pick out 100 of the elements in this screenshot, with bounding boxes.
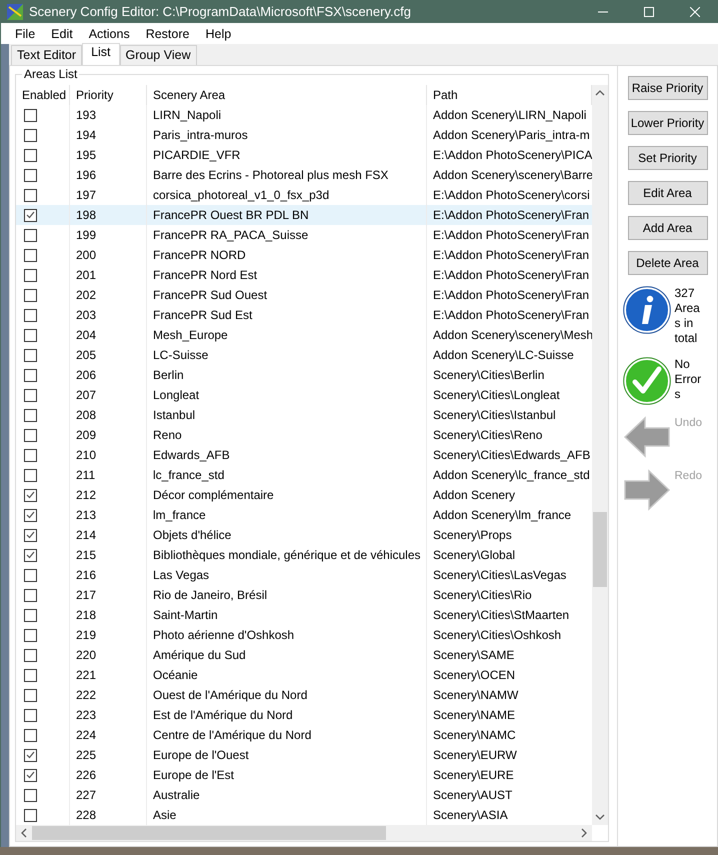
table-row[interactable]: 206 Berlin Scenery\Cities\Berlin [16,365,592,385]
table-row[interactable]: 209 Reno Scenery\Cities\Reno [16,425,592,445]
checkbox[interactable] [24,728,37,742]
checkbox[interactable] [24,328,37,342]
table-row[interactable]: 220 Amérique du Sud Scenery\SAME [16,645,592,665]
vertical-scrollbar[interactable] [592,85,608,825]
scroll-thumb[interactable] [32,826,386,840]
table-row[interactable]: 212 Décor complémentaire Addon Scenery [16,485,592,505]
table-row[interactable]: 200 FrancePR NORD E:\Addon PhotoScenery\Fran [16,245,592,265]
action-button[interactable]: Delete Area [628,251,708,275]
table-cell-text: E:\Addon PhotoScenery\Fran [432,227,590,244]
tab[interactable]: Text Editor [11,45,82,65]
checkbox[interactable] [24,628,37,642]
checkbox[interactable] [24,188,37,202]
horizontal-scrollbar[interactable] [16,825,592,841]
checkbox[interactable] [24,308,37,322]
checkbox[interactable] [24,208,37,222]
table-row[interactable]: 226 Europe de l'Est Scenery\EURE [16,765,592,785]
scroll-thumb[interactable] [593,512,607,587]
checkbox[interactable] [24,708,37,722]
checkbox[interactable] [24,268,37,282]
table-cell: Saint-Martin [147,605,427,625]
action-button[interactable]: Lower Priority [628,111,708,135]
table-row[interactable]: 213 lm_france Addon Scenery\lm_france [16,505,592,525]
tab[interactable]: Group View [120,45,197,65]
table-row[interactable]: 202 FrancePR Sud Ouest E:\Addon PhotoScenery\Fran [16,285,592,305]
checkbox[interactable] [24,788,37,802]
table-row[interactable]: 199 FrancePR RA_PACA_Suisse E:\Addon PhotoScenery\Fran [16,225,592,245]
action-button[interactable]: Raise Priority [628,76,708,100]
table-row[interactable]: 215 Bibliothèques mondiale, générique et de véhicules Scenery\Global [16,545,592,565]
tab[interactable]: List [82,43,120,65]
table-cell: 203 [70,305,147,325]
checkbox[interactable] [24,288,37,302]
table-row[interactable]: 195 PICARDIE_VFR E:\Addon PhotoScenery\PICA [16,145,592,165]
table-row[interactable]: 204 Mesh_Europe Addon Scenery\scenery\Mesh [16,325,592,345]
table-row[interactable]: 216 Las Vegas Scenery\Cities\LasVegas [16,565,592,585]
table-row[interactable]: 219 Photo aérienne d'Oshkosh Scenery\Cities\Oshkosh [16,625,592,645]
history-label: Redo [674,469,702,484]
checkbox[interactable] [24,228,37,242]
table-row[interactable]: 193 LIRN_Napoli Addon Scenery\LIRN_Napoli [16,105,592,125]
table-row[interactable]: 222 Ouest de l'Amérique du Nord Scenery\NAMW [16,685,592,705]
checkbox[interactable] [24,588,37,602]
checkbox[interactable] [24,408,37,422]
table-row[interactable]: 196 Barre des Ecrins - Photoreal plus mesh FSX Addon Scenery\scenery\Barre [16,165,592,185]
checkbox[interactable] [24,648,37,662]
checkbox[interactable] [24,668,37,682]
checkbox[interactable] [24,108,37,122]
checkbox[interactable] [24,488,37,502]
table-cell-text: E:\Addon PhotoScenery\PICA [432,147,592,164]
checkbox[interactable] [24,448,37,462]
checkbox[interactable] [24,248,37,262]
checkbox[interactable] [24,368,37,382]
checkbox[interactable] [24,548,37,562]
table-row[interactable]: 217 Rio de Janeiro, Brésil Scenery\Cities\Rio [16,585,592,605]
action-button[interactable]: Add Area [628,216,708,240]
table-row[interactable]: 208 Istanbul Scenery\Cities\Istanbul [16,405,592,425]
checkbox[interactable] [24,808,37,822]
table-cell: Photo aérienne d'Oshkosh [147,625,427,645]
table-row[interactable]: 211 lc_france_std Addon Scenery\lc_france_std [16,465,592,485]
table-row[interactable]: 223 Est de l'Amérique du Nord Scenery\NAME [16,705,592,725]
table-row[interactable]: 224 Centre de l'Amérique du Nord Scenery\NAMC [16,725,592,745]
action-button[interactable]: Set Priority [628,146,708,170]
checkbox[interactable] [24,528,37,542]
table-row[interactable]: 227 Australie Scenery\AUST [16,785,592,805]
column-header[interactable]: Enabled [16,85,70,105]
table-row[interactable]: 203 FrancePR Sud Est E:\Addon PhotoScenery\Fran [16,305,592,325]
column-header[interactable]: Scenery Area [147,85,427,105]
checkbox[interactable] [24,508,37,522]
table-row[interactable]: 225 Europe de l'Ouest Scenery\EURW [16,745,592,765]
checkbox[interactable] [24,168,37,182]
checkbox[interactable] [24,568,37,582]
table-cell: FrancePR Ouest BR PDL BN [147,205,427,225]
checkbox[interactable] [24,348,37,362]
table-row[interactable]: 198 FrancePR Ouest BR PDL BN E:\Addon PhotoScenery\Fran [16,205,592,225]
menu-item[interactable]: Restore [138,26,198,40]
checkbox[interactable] [24,768,37,782]
table-cell: 212 [70,485,147,505]
checkbox[interactable] [24,428,37,442]
column-header[interactable]: Priority [70,85,147,105]
checkbox[interactable] [24,388,37,402]
table-row[interactable]: 194 Paris_intra-muros Addon Scenery\Paris_intra-m [16,125,592,145]
table-row[interactable]: 214 Objets d'hélice Scenery\Props [16,525,592,545]
table-row[interactable]: 210 Edwards_AFB Scenery\Cities\Edwards_AFB [16,445,592,465]
checkbox[interactable] [24,748,37,762]
table-row[interactable]: 207 Longleat Scenery\Cities\Longleat [16,385,592,405]
table-row[interactable]: 205 LC-Suisse Addon Scenery\LC-Suisse [16,345,592,365]
menu-item[interactable]: Actions [80,26,138,40]
checkbox[interactable] [24,468,37,482]
checkbox[interactable] [24,128,37,142]
table-row[interactable]: 218 Saint-Martin Scenery\Cities\StMaarten [16,605,592,625]
table-row[interactable]: 221 Océanie Scenery\OCEN [16,665,592,685]
checkbox[interactable] [24,608,37,622]
checkbox[interactable] [24,688,37,702]
table-row[interactable]: 201 FrancePR Nord Est E:\Addon PhotoScenery\Fran [16,265,592,285]
menu-item[interactable]: Edit [43,26,81,40]
menu-item[interactable]: Help [197,26,240,40]
table-cell: Décor complémentaire [147,485,427,505]
menu-item[interactable]: File [7,26,44,40]
action-button[interactable]: Edit Area [628,181,708,205]
checkbox[interactable] [24,148,37,162]
